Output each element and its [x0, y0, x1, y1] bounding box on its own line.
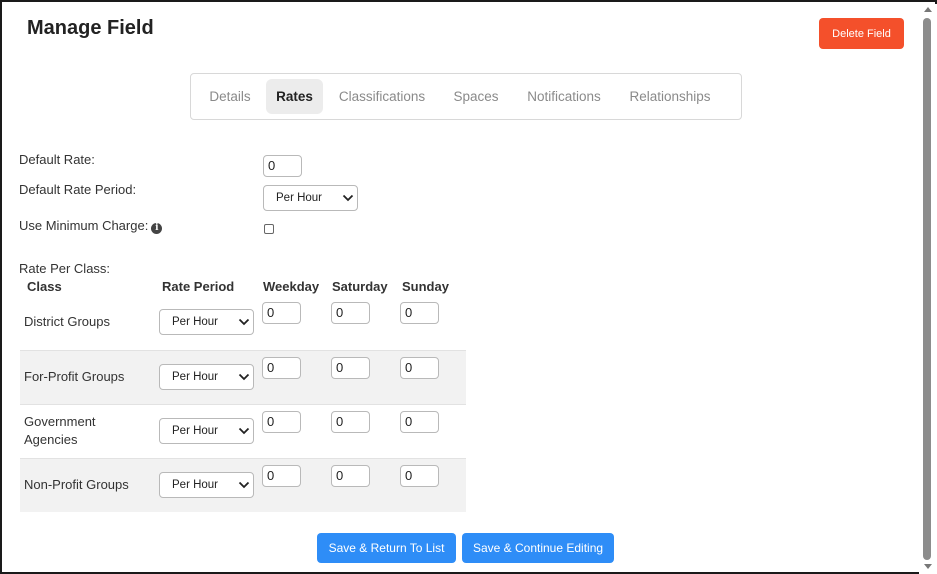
modal-window: Manage Field Delete Field Details Rates … — [0, 0, 937, 574]
tab-relationships[interactable]: Relationships — [621, 79, 719, 114]
save-continue-button[interactable]: Save & Continue Editing — [462, 533, 614, 563]
weekday-rate-input[interactable]: 0 — [262, 411, 301, 433]
tab-bar: Details Rates Classifications Spaces Not… — [190, 73, 742, 120]
info-circle-icon[interactable]: i — [151, 223, 163, 234]
rate-period-value: Per Hour — [172, 371, 219, 383]
column-header-weekday: Weekday — [263, 279, 320, 294]
rate-per-class-label: Rate Per Class: — [19, 261, 111, 276]
tab-rates[interactable]: Rates — [266, 79, 323, 114]
save-return-button[interactable]: Save & Return To List — [317, 533, 456, 563]
chevron-down-icon — [342, 194, 354, 202]
tab-details[interactable]: Details — [199, 79, 261, 114]
scrollbar-thumb[interactable] — [923, 18, 931, 560]
table-row: District Groups Per Hour 0 0 0 — [20, 296, 466, 350]
sunday-rate-input[interactable]: 0 — [400, 302, 439, 324]
default-rate-period-select[interactable]: Per Hour — [263, 185, 358, 211]
chevron-down-icon — [238, 373, 250, 381]
rate-period-value: Per Hour — [172, 479, 219, 491]
default-rate-period-label: Default Rate Period: — [19, 182, 137, 197]
default-rate-period-value: Per Hour — [276, 192, 323, 204]
page-title: Manage Field — [27, 17, 154, 39]
saturday-rate-input[interactable]: 0 — [331, 357, 370, 379]
default-rate-label: Default Rate: — [19, 152, 95, 167]
table-row: Government Agencies Per Hour 0 0 0 — [20, 404, 466, 458]
weekday-rate-input[interactable]: 0 — [262, 357, 301, 379]
delete-field-button[interactable]: Delete Field — [819, 18, 904, 49]
tab-spaces[interactable]: Spaces — [445, 79, 507, 114]
class-name: District Groups — [24, 314, 110, 329]
saturday-rate-input[interactable]: 0 — [331, 302, 370, 324]
rate-period-select[interactable]: Per Hour — [159, 472, 254, 498]
use-minimum-charge-checkbox[interactable] — [264, 224, 274, 234]
column-header-saturday: Saturday — [332, 279, 388, 294]
chevron-down-icon — [238, 481, 250, 489]
rate-period-select[interactable]: Per Hour — [159, 309, 254, 335]
saturday-rate-input[interactable]: 0 — [331, 465, 370, 487]
rate-period-value: Per Hour — [172, 316, 219, 328]
chevron-down-icon — [238, 318, 250, 326]
table-row: Non-Profit Groups Per Hour 0 0 0 — [20, 458, 466, 512]
rate-period-value: Per Hour — [172, 425, 219, 437]
column-header-rate-period: Rate Period — [162, 279, 235, 294]
class-name: Government Agencies — [24, 414, 96, 447]
column-header-sunday: Sunday — [402, 279, 449, 294]
rate-period-select[interactable]: Per Hour — [159, 364, 254, 390]
class-name: Non-Profit Groups — [24, 477, 129, 492]
tab-classifications[interactable]: Classifications — [329, 79, 435, 114]
column-header-class: Class — [27, 279, 62, 294]
weekday-rate-input[interactable]: 0 — [262, 302, 301, 324]
use-minimum-charge-text: Use Minimum Charge: — [19, 218, 149, 233]
sunday-rate-input[interactable]: 0 — [400, 465, 439, 487]
sunday-rate-input[interactable]: 0 — [400, 357, 439, 379]
scroll-up-arrow-icon[interactable] — [924, 7, 932, 12]
use-minimum-charge-label: Use Minimum Charge: i — [19, 218, 163, 234]
weekday-rate-input[interactable]: 0 — [262, 465, 301, 487]
sunday-rate-input[interactable]: 0 — [400, 411, 439, 433]
table-row: For-Profit Groups Per Hour 0 0 0 — [20, 350, 466, 404]
tab-notifications[interactable]: Notifications — [518, 79, 610, 114]
rate-period-select[interactable]: Per Hour — [159, 418, 254, 444]
default-rate-input[interactable]: 0 — [263, 155, 302, 177]
scroll-down-arrow-icon[interactable] — [924, 564, 932, 569]
class-name: For-Profit Groups — [24, 369, 125, 384]
saturday-rate-input[interactable]: 0 — [331, 411, 370, 433]
chevron-down-icon — [238, 427, 250, 435]
